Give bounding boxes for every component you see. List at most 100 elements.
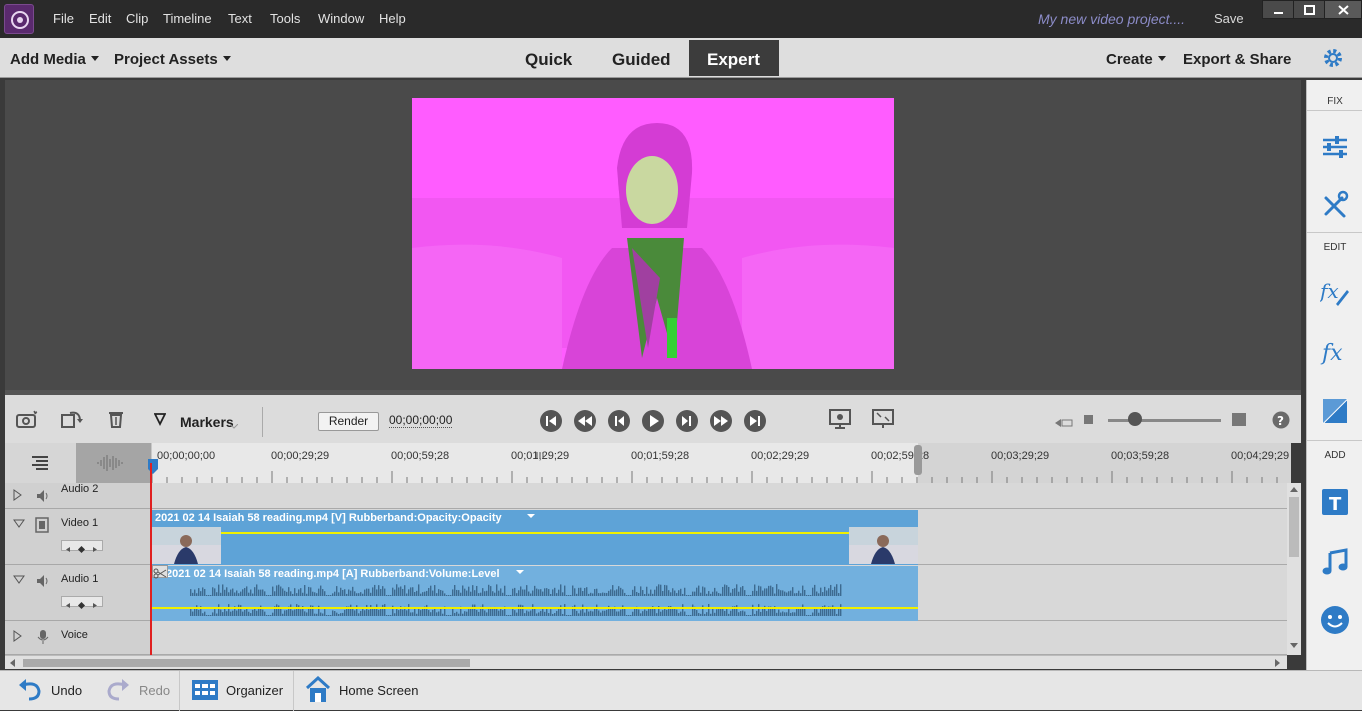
video-preview[interactable] xyxy=(412,98,894,369)
scroll-left-icon[interactable] xyxy=(9,659,15,667)
scissors-icon[interactable] xyxy=(152,565,168,579)
track-list-icon[interactable] xyxy=(30,453,50,478)
chevron-down-icon[interactable] xyxy=(516,570,524,576)
film-icon[interactable] xyxy=(35,517,49,533)
audio-clip[interactable]: 2021 02 14 Isaiah 58 reading.mp4 [A] Rub… xyxy=(152,565,918,621)
playhead-line[interactable] xyxy=(150,463,152,660)
undo-icon[interactable] xyxy=(17,677,43,708)
scrollbar-thumb[interactable] xyxy=(23,659,470,667)
chevron-down-icon[interactable] xyxy=(229,417,239,435)
menu-help[interactable]: Help xyxy=(379,11,406,26)
zoom-slider-handle[interactable] xyxy=(1128,412,1142,426)
waveform-bar xyxy=(358,593,360,596)
organizer-button[interactable]: Organizer xyxy=(226,683,283,698)
undo-button[interactable]: Undo xyxy=(51,683,82,698)
expand-arrow-icon[interactable] xyxy=(13,489,23,501)
menu-tools[interactable]: Tools xyxy=(270,11,300,26)
menu-clip[interactable]: Clip xyxy=(126,11,148,26)
speaker-icon[interactable] xyxy=(35,488,51,504)
expand-arrow-icon[interactable] xyxy=(13,630,23,642)
tab-quick[interactable]: Quick xyxy=(525,50,572,70)
adjustments-icon[interactable] xyxy=(1320,132,1350,162)
fullscreen-icon[interactable] xyxy=(872,409,894,434)
step-back-button[interactable] xyxy=(608,410,630,432)
rotate-icon[interactable] xyxy=(60,409,84,434)
help-icon[interactable]: ? xyxy=(1272,411,1290,434)
fast-forward-button[interactable] xyxy=(710,410,732,432)
waveform-bar xyxy=(356,593,358,596)
chevron-down-icon[interactable] xyxy=(527,514,535,520)
tab-guided[interactable]: Guided xyxy=(612,50,671,70)
volume-rubberband[interactable] xyxy=(152,607,918,609)
waveform-bar xyxy=(354,591,356,596)
video-clip[interactable]: 2021 02 14 Isaiah 58 reading.mp4 [V] Rub… xyxy=(152,510,918,565)
monitor-settings-icon[interactable] xyxy=(829,409,851,434)
step-forward-button[interactable] xyxy=(676,410,698,432)
menu-text[interactable]: Text xyxy=(228,11,252,26)
save-button[interactable]: Save xyxy=(1214,11,1244,26)
redo-icon[interactable] xyxy=(105,677,131,708)
go-to-start-button[interactable] xyxy=(540,410,562,432)
microphone-icon[interactable] xyxy=(37,629,49,645)
render-button[interactable]: Render xyxy=(318,412,379,431)
rewind-button[interactable] xyxy=(574,410,596,432)
zoom-slider[interactable] xyxy=(1108,419,1221,422)
tab-expert[interactable]: Expert xyxy=(707,50,760,70)
export-share-button[interactable]: Export & Share xyxy=(1183,51,1291,68)
audio-waveform-toggle[interactable] xyxy=(76,443,151,483)
create-menu[interactable]: Create xyxy=(1106,51,1166,68)
menu-window[interactable]: Window xyxy=(318,11,364,26)
markers-menu[interactable]: Markers xyxy=(180,414,234,430)
tools-icon[interactable] xyxy=(1320,190,1350,220)
menu-file[interactable]: File xyxy=(53,11,74,26)
transitions-icon[interactable] xyxy=(1320,396,1350,426)
vertical-scrollbar[interactable] xyxy=(1287,483,1301,655)
scrollbar-thumb[interactable] xyxy=(1289,497,1299,557)
collapse-arrow-icon[interactable] xyxy=(13,519,25,529)
graphics-icon[interactable] xyxy=(1320,605,1350,635)
menu-timeline[interactable]: Timeline xyxy=(163,11,212,26)
keyframe-controls[interactable] xyxy=(61,540,103,554)
audio-waveform xyxy=(190,584,842,616)
track-lane-audio-2[interactable] xyxy=(151,483,1287,509)
organizer-icon[interactable] xyxy=(191,679,219,706)
project-title: My new video project.... xyxy=(1038,11,1186,27)
timecode-display[interactable]: 00;00;00;00 xyxy=(389,413,453,428)
horizontal-scrollbar[interactable] xyxy=(5,655,1287,669)
collapse-arrow-icon[interactable] xyxy=(13,575,25,585)
waveform-bar xyxy=(276,585,278,596)
camera-icon[interactable] xyxy=(15,409,39,434)
effects-icon[interactable]: fx xyxy=(1320,338,1350,368)
music-icon[interactable] xyxy=(1320,547,1350,577)
keyframe-controls[interactable] xyxy=(61,596,103,610)
menu-edit[interactable]: Edit xyxy=(89,11,111,26)
scroll-right-icon[interactable] xyxy=(1275,659,1281,667)
opacity-rubberband[interactable] xyxy=(152,532,918,534)
gear-icon[interactable] xyxy=(1322,47,1344,74)
scroll-up-icon[interactable] xyxy=(1290,486,1298,492)
maximize-button[interactable] xyxy=(1293,0,1325,19)
project-assets-menu[interactable]: Project Assets xyxy=(114,51,231,68)
speaker-icon[interactable] xyxy=(35,573,51,589)
zoom-min-icon[interactable] xyxy=(1084,415,1093,424)
playhead-handle[interactable] xyxy=(147,457,159,480)
redo-button[interactable]: Redo xyxy=(139,683,170,698)
ruler-grip[interactable] xyxy=(535,445,545,458)
add-media-menu[interactable]: Add Media xyxy=(10,51,99,68)
titles-icon[interactable]: T xyxy=(1320,487,1350,517)
applied-effects-icon[interactable]: fx xyxy=(1318,278,1350,308)
zoom-max-icon[interactable] xyxy=(1232,413,1246,426)
marker-icon[interactable] xyxy=(153,413,167,432)
waveform-bar xyxy=(744,611,746,616)
home-screen-button[interactable]: Home Screen xyxy=(339,683,418,698)
close-button[interactable] xyxy=(1324,0,1362,19)
track-lane-voice[interactable] xyxy=(151,621,1287,655)
work-area-end-handle[interactable] xyxy=(914,445,922,475)
minimize-button[interactable] xyxy=(1262,0,1294,19)
scroll-down-icon[interactable] xyxy=(1290,643,1298,649)
home-icon[interactable] xyxy=(305,675,331,709)
go-to-end-button[interactable] xyxy=(744,410,766,432)
play-button[interactable] xyxy=(642,410,664,432)
trash-icon[interactable] xyxy=(106,409,126,434)
zoom-out-icon[interactable] xyxy=(1055,415,1073,433)
